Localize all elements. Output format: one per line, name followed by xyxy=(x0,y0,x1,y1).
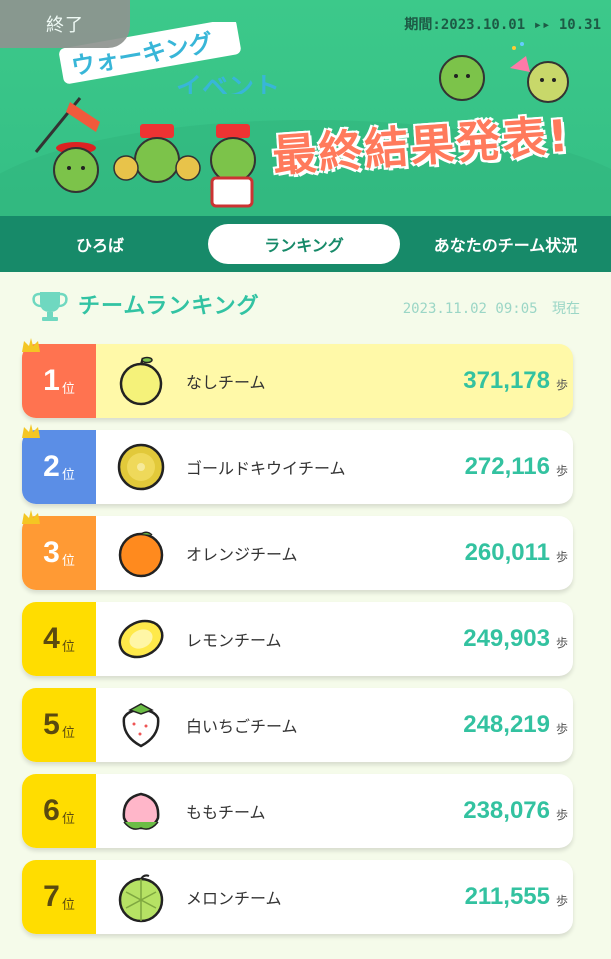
steps-unit: 歩 xyxy=(556,635,569,650)
event-banner: ウォーキング イベント 終了 期間:2023.10.01 ▸▸ 10.31 最終… xyxy=(0,0,611,216)
white-strawberry-icon xyxy=(96,698,186,752)
trophy-icon xyxy=(32,292,68,321)
ranking-row-7[interactable]: 7位 メロンチーム 211,555 歩 xyxy=(22,860,573,934)
tab-my-team-status[interactable]: あなたのチーム状況 xyxy=(400,224,611,264)
tab-bar: ひろば ランキング あなたのチーム状況 xyxy=(0,216,611,272)
title-line2: イベント xyxy=(176,73,280,94)
ranking-row-4[interactable]: 4位 レモンチーム 249,903 歩 xyxy=(22,602,573,676)
rank-badge: 4位 xyxy=(22,602,96,676)
golden-kiwi-icon xyxy=(96,440,186,494)
step-count: 260,011 xyxy=(464,539,550,566)
rank-suffix: 位 xyxy=(61,381,75,397)
orange-icon xyxy=(96,526,186,580)
step-count: 238,076 xyxy=(463,797,550,824)
team-name: オレンジチーム xyxy=(186,545,298,564)
ranking-header: チームランキング 2023.11.02 09:05 現在 xyxy=(30,284,590,324)
timestamp-value: 2023.11.02 09:05 xyxy=(402,301,538,317)
team-name: レモンチーム xyxy=(186,631,282,650)
ranking-list: 1位 なしチーム 371,178 歩 2位 ゴールドキウイチーム 272,116… xyxy=(22,338,573,946)
rank-suffix: 位 xyxy=(61,467,75,483)
crown-icon xyxy=(22,424,40,438)
rank-badge: 1位 xyxy=(22,344,96,418)
step-count: 211,555 xyxy=(464,883,550,910)
tab-ranking[interactable]: ランキング xyxy=(208,224,400,264)
peach-icon xyxy=(96,784,186,838)
rank-number: 3 xyxy=(43,536,60,569)
steps-unit: 歩 xyxy=(556,807,569,822)
marching-band-mascots-illustration xyxy=(34,97,256,208)
ranking-row-2[interactable]: 2位 ゴールドキウイチーム 272,116 歩 xyxy=(22,424,573,504)
timestamp-suffix: 現在 xyxy=(552,301,580,317)
rank-number: 6 xyxy=(43,794,60,827)
rank-suffix: 位 xyxy=(61,725,75,741)
rank-number: 2 xyxy=(43,450,60,483)
steps-unit: 歩 xyxy=(556,463,569,478)
rank-number: 5 xyxy=(43,708,60,741)
rank-number: 4 xyxy=(43,622,60,655)
ended-badge: 終了 xyxy=(0,0,130,48)
team-name: なしチーム xyxy=(186,373,266,392)
ranking-row-5[interactable]: 5位 白いちごチーム 248,219 歩 xyxy=(22,688,573,762)
rank-suffix: 位 xyxy=(61,811,75,827)
rank-badge: 3位 xyxy=(22,516,96,590)
steps-unit: 歩 xyxy=(556,893,569,908)
rank-badge: 2位 xyxy=(22,430,96,504)
steps-unit: 歩 xyxy=(556,721,569,736)
event-period: 期間:2023.10.01 ▸▸ 10.31 xyxy=(404,17,601,33)
tab-plaza[interactable]: ひろば xyxy=(0,224,200,264)
rank-suffix: 位 xyxy=(61,897,75,913)
crown-icon xyxy=(22,510,40,524)
ranking-row-6[interactable]: 6位 ももチーム 238,076 歩 xyxy=(22,774,573,848)
rank-number: 1 xyxy=(43,364,60,397)
step-count: 248,219 xyxy=(463,711,550,738)
pear-icon xyxy=(96,354,186,408)
team-name: ももチーム xyxy=(186,803,266,822)
page: ウォーキング イベント 終了 期間:2023.10.01 ▸▸ 10.31 最終… xyxy=(0,0,611,959)
rank-suffix: 位 xyxy=(61,639,75,655)
lemon-icon xyxy=(96,612,186,666)
team-name: ゴールドキウイチーム xyxy=(186,459,346,478)
steps-unit: 歩 xyxy=(556,549,569,564)
rank-number: 7 xyxy=(43,880,60,913)
melon-icon xyxy=(96,870,186,924)
ranking-timestamp: 2023.11.02 09:05 現在 xyxy=(403,298,580,318)
steps-unit: 歩 xyxy=(556,377,569,392)
ranking-row-3[interactable]: 3位 オレンジチーム 260,011 歩 xyxy=(22,510,573,590)
step-count: 249,903 xyxy=(463,625,550,652)
rank-suffix: 位 xyxy=(61,553,75,569)
crown-icon xyxy=(22,338,40,352)
rank-badge: 6位 xyxy=(22,774,96,848)
ranking-row-1[interactable]: 1位 なしチーム 371,178 歩 xyxy=(22,338,573,418)
rank-badge: 5位 xyxy=(22,688,96,762)
step-count: 371,178 xyxy=(463,367,550,394)
step-count: 272,116 xyxy=(464,453,550,480)
rank-badge: 7位 xyxy=(22,860,96,934)
team-name: メロンチーム xyxy=(186,889,282,908)
team-name: 白いちごチーム xyxy=(186,717,298,736)
team-ranking-title: チームランキング xyxy=(78,294,260,319)
